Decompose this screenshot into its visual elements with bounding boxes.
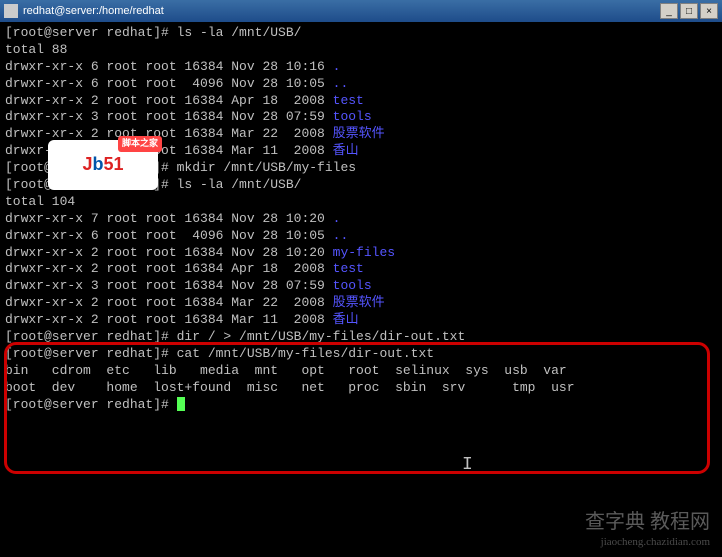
window-title: redhat@server:/home/redhat bbox=[23, 5, 660, 17]
close-button[interactable]: × bbox=[700, 3, 718, 19]
listing-row: drwxr-xr-x 6 root root 4096 Nov 28 10:05… bbox=[5, 76, 717, 93]
listing-row: drwxr-xr-x 6 root root 16384 Nov 28 10:1… bbox=[5, 59, 717, 76]
cmd-dir-redirect: [root@server redhat]# dir / > /mnt/USB/m… bbox=[5, 329, 717, 346]
prompt-idle: [root@server redhat]# bbox=[5, 397, 717, 414]
logo-j: J bbox=[82, 153, 92, 176]
listing-row: drwxr-xr-x 2 root root 16384 Apr 18 2008… bbox=[5, 261, 717, 278]
total-2: total 104 bbox=[5, 194, 717, 211]
logo-badge: 脚本之家 bbox=[118, 136, 162, 152]
jb51-logo-watermark: Jb51 脚本之家 bbox=[48, 140, 158, 190]
app-icon bbox=[4, 4, 18, 18]
listing-row: drwxr-xr-x 3 root root 16384 Nov 28 07:5… bbox=[5, 109, 717, 126]
window-controls: _ □ × bbox=[660, 3, 718, 19]
terminal-area[interactable]: [root@server redhat]# ls -la /mnt/USB/ t… bbox=[0, 22, 722, 557]
logo-51: 51 bbox=[103, 153, 123, 176]
cursor-block bbox=[177, 397, 185, 411]
watermark-sub: jiaocheng.chazidian.com bbox=[585, 535, 710, 549]
watermark-main: 查字典 教程网 bbox=[585, 509, 710, 535]
logo-b: b bbox=[92, 153, 103, 176]
listing-row: drwxr-xr-x 2 root root 16384 Nov 28 10:2… bbox=[5, 245, 717, 262]
dir-output-row-2: boot dev home lost+found misc net proc s… bbox=[5, 380, 717, 397]
listing-row: drwxr-xr-x 2 root root 16384 Mar 22 2008… bbox=[5, 295, 717, 312]
listing-row: drwxr-xr-x 6 root root 4096 Nov 28 10:05… bbox=[5, 228, 717, 245]
dir-output-row-1: bin cdrom etc lib media mnt opt root sel… bbox=[5, 363, 717, 380]
chazidian-watermark: 查字典 教程网 jiaocheng.chazidian.com bbox=[585, 509, 710, 549]
listing-row: drwxr-xr-x 3 root root 16384 Nov 28 07:5… bbox=[5, 278, 717, 295]
listing-row: drwxr-xr-x 7 root root 16384 Nov 28 10:2… bbox=[5, 211, 717, 228]
cmd-cat: [root@server redhat]# cat /mnt/USB/my-fi… bbox=[5, 346, 717, 363]
minimize-button[interactable]: _ bbox=[660, 3, 678, 19]
window-titlebar: redhat@server:/home/redhat _ □ × bbox=[0, 0, 722, 22]
total-1: total 88 bbox=[5, 42, 717, 59]
text-cursor-icon: I bbox=[462, 454, 473, 477]
listing-row: drwxr-xr-x 2 root root 16384 Mar 11 2008… bbox=[5, 312, 717, 329]
cmd-ls-1: [root@server redhat]# ls -la /mnt/USB/ bbox=[5, 25, 717, 42]
listing-row: drwxr-xr-x 2 root root 16384 Apr 18 2008… bbox=[5, 93, 717, 110]
maximize-button[interactable]: □ bbox=[680, 3, 698, 19]
prompt-text: [root@server redhat]# bbox=[5, 397, 177, 412]
